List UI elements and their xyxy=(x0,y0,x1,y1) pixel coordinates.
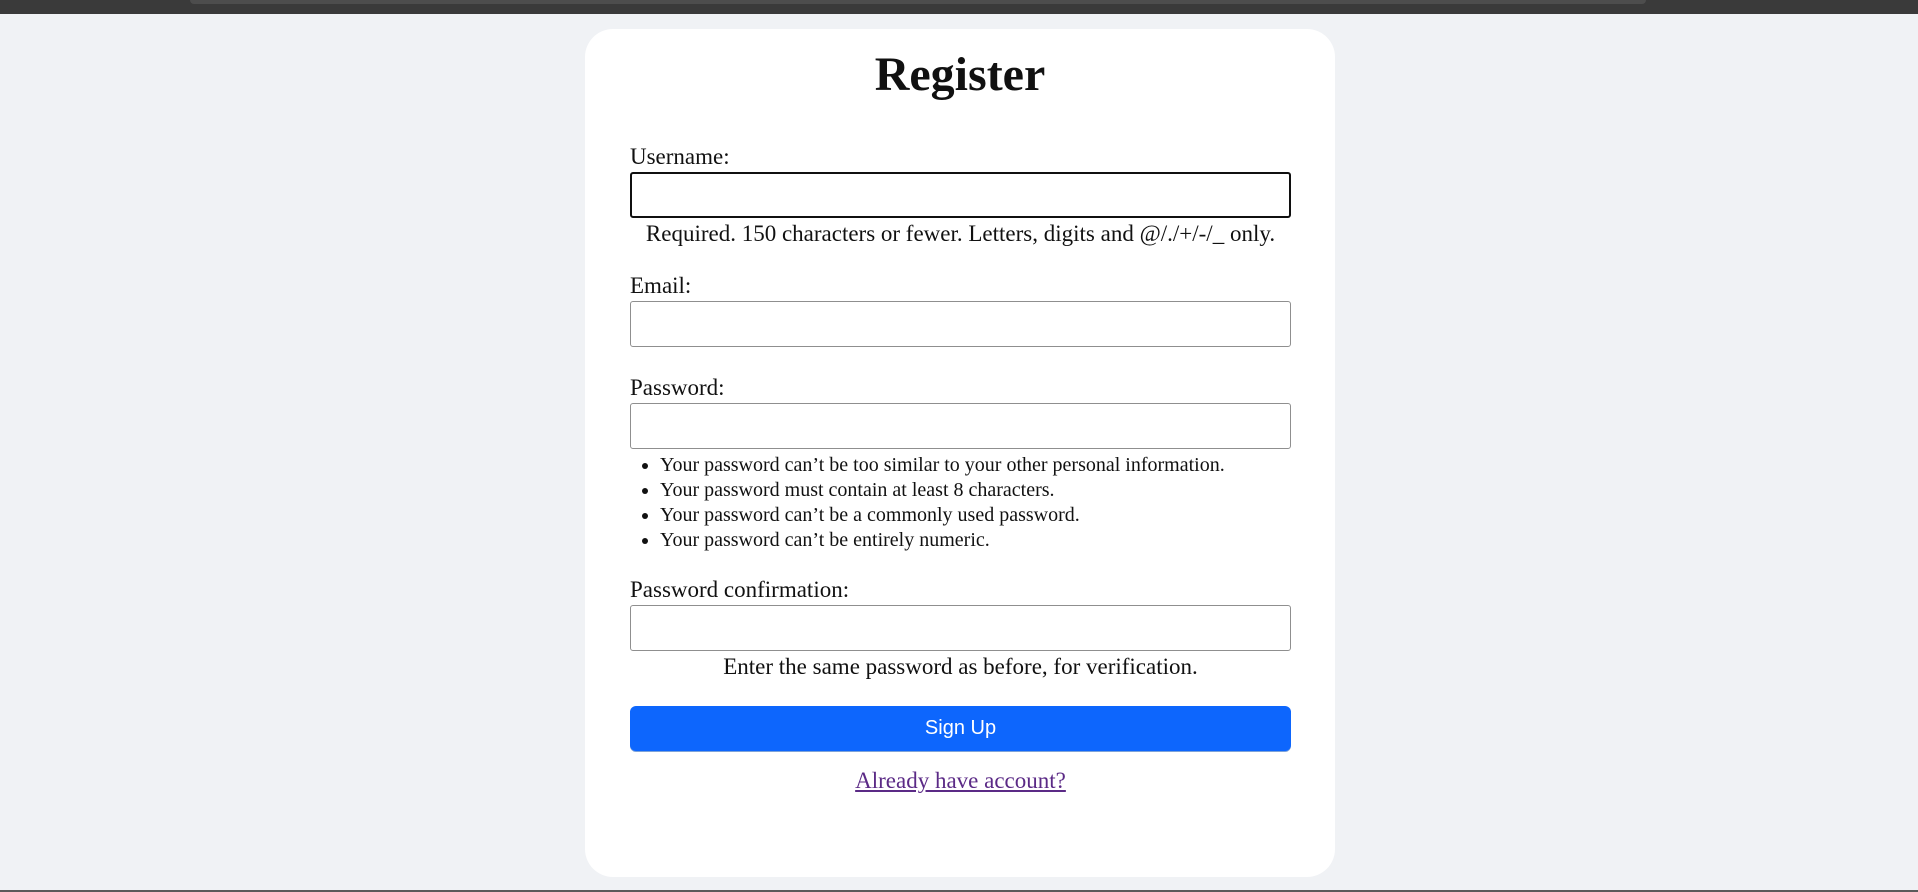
password-rule-item: Your password must contain at least 8 ch… xyxy=(660,478,1291,503)
email-field-group: Email: xyxy=(630,273,1291,347)
password-field-group: Password: Your password can’t be too sim… xyxy=(630,375,1291,553)
password-rule-item: Your password can’t be too similar to yo… xyxy=(660,453,1291,478)
username-input[interactable] xyxy=(630,172,1291,218)
password-rule-item: Your password can’t be a commonly used p… xyxy=(660,503,1291,528)
password-confirmation-label: Password confirmation: xyxy=(630,577,850,602)
page-title: Register xyxy=(874,48,1046,101)
password-label: Password: xyxy=(630,375,725,400)
username-label: Username: xyxy=(630,144,730,169)
already-have-account-link[interactable]: Already have account? xyxy=(855,768,1066,793)
login-link-container: Already have account? xyxy=(630,767,1291,795)
password-confirmation-help-text: Enter the same password as before, for v… xyxy=(723,654,1198,679)
username-field-group: Username: Required. 150 characters or fe… xyxy=(630,144,1291,248)
username-help-text: Required. 150 characters or fewer. Lette… xyxy=(645,221,1276,246)
password-confirmation-input[interactable] xyxy=(630,605,1291,651)
browser-top-strip xyxy=(0,0,1918,14)
register-card: Register Username: Required. 150 charact… xyxy=(585,29,1335,877)
email-input[interactable] xyxy=(630,301,1291,347)
password-rules-list: Your password can’t be too similar to yo… xyxy=(630,453,1291,553)
email-label: Email: xyxy=(630,273,692,298)
password-confirmation-field-group: Password confirmation: Enter the same pa… xyxy=(630,577,1291,681)
password-input[interactable] xyxy=(630,403,1291,449)
browser-top-strip-tab xyxy=(190,0,1646,4)
password-rule-item: Your password can’t be entirely numeric. xyxy=(660,528,1291,553)
sign-up-button[interactable]: Sign Up xyxy=(630,706,1291,751)
